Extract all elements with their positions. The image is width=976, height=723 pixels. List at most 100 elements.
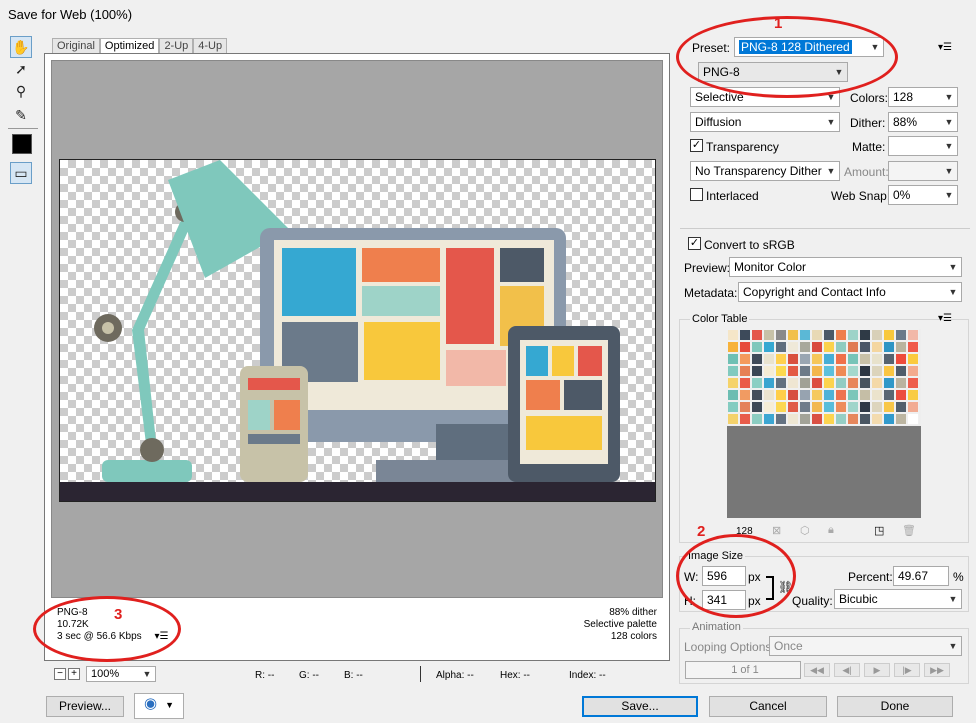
color-swatch[interactable] — [847, 413, 859, 425]
color-swatch[interactable] — [787, 377, 799, 389]
toggle-slices-icon[interactable]: ▭ — [10, 162, 32, 184]
color-swatch[interactable] — [847, 329, 859, 341]
percent-input[interactable]: 49.67 — [893, 566, 949, 586]
tab-4-up[interactable]: 4-Up — [193, 38, 228, 53]
color-swatch[interactable] — [859, 413, 871, 425]
color-swatch[interactable] — [907, 353, 919, 365]
eyedropper-color-swatch[interactable] — [12, 134, 32, 154]
done-button[interactable]: Done — [837, 696, 953, 717]
eyedropper-tool-icon[interactable]: ✎ — [10, 104, 32, 126]
color-swatch[interactable] — [871, 341, 883, 353]
color-swatch[interactable] — [895, 401, 907, 413]
transparency-dither-select[interactable]: No Transparency Dither ▼ — [690, 161, 840, 181]
color-swatch[interactable] — [763, 353, 775, 365]
color-swatch[interactable] — [751, 353, 763, 365]
color-swatch[interactable] — [835, 389, 847, 401]
color-swatch[interactable] — [883, 377, 895, 389]
new-color-icon[interactable]: ◳ — [874, 524, 884, 537]
color-swatch[interactable] — [907, 413, 919, 425]
hand-tool-icon[interactable]: ✋ — [10, 36, 32, 58]
convert-srgb-checkbox[interactable]: ✓ — [688, 237, 701, 250]
color-swatch[interactable] — [727, 365, 739, 377]
preview-button[interactable]: Preview... — [46, 696, 124, 717]
color-swatch[interactable] — [907, 341, 919, 353]
color-swatch[interactable] — [775, 413, 787, 425]
color-swatch[interactable] — [799, 329, 811, 341]
color-swatch[interactable] — [823, 413, 835, 425]
color-swatch[interactable] — [787, 365, 799, 377]
play-icon[interactable]: ▶ — [864, 663, 890, 677]
color-swatch[interactable] — [823, 389, 835, 401]
color-swatch[interactable] — [859, 353, 871, 365]
color-swatch[interactable] — [775, 341, 787, 353]
optimize-menu-icon[interactable]: ▾☰ — [938, 42, 952, 53]
lock-color-icon[interactable]: 🔒︎ — [828, 524, 834, 537]
color-swatch[interactable] — [895, 329, 907, 341]
map-transparent-icon[interactable]: ⊠ — [772, 524, 781, 537]
color-swatch[interactable] — [751, 341, 763, 353]
color-swatch[interactable] — [883, 329, 895, 341]
color-swatch[interactable] — [775, 377, 787, 389]
color-swatch[interactable] — [907, 365, 919, 377]
first-frame-icon[interactable]: ◀◀ — [804, 663, 830, 677]
color-swatch[interactable] — [775, 353, 787, 365]
color-swatch[interactable] — [907, 389, 919, 401]
zoom-out-button[interactable]: − — [54, 668, 66, 680]
color-table-swatches[interactable] — [727, 329, 921, 426]
trash-icon[interactable]: 🗑︎ — [902, 524, 916, 537]
save-button[interactable]: Save... — [582, 696, 698, 717]
color-swatch[interactable] — [811, 365, 823, 377]
color-swatch[interactable] — [727, 413, 739, 425]
color-swatch[interactable] — [835, 341, 847, 353]
dither-amount-select[interactable]: 88% ▼ — [888, 112, 958, 132]
color-swatch[interactable] — [823, 401, 835, 413]
color-swatch[interactable] — [811, 389, 823, 401]
color-swatch[interactable] — [799, 365, 811, 377]
color-swatch[interactable] — [895, 377, 907, 389]
color-swatch[interactable] — [895, 341, 907, 353]
color-swatch[interactable] — [739, 401, 751, 413]
color-swatch[interactable] — [799, 377, 811, 389]
color-swatch[interactable] — [835, 413, 847, 425]
color-swatch[interactable] — [871, 389, 883, 401]
color-swatch[interactable] — [727, 377, 739, 389]
amount-select[interactable]: ▼ — [888, 161, 958, 181]
color-swatch[interactable] — [787, 329, 799, 341]
last-frame-icon[interactable]: ▶▶ — [924, 663, 950, 677]
color-swatch[interactable] — [835, 401, 847, 413]
metadata-select[interactable]: Copyright and Contact Info ▼ — [738, 282, 962, 302]
color-swatch[interactable] — [787, 401, 799, 413]
preview-select[interactable]: Monitor Color ▼ — [729, 257, 962, 277]
browser-preview-button[interactable]: ◉ ▼ — [134, 693, 184, 719]
tab-original[interactable]: Original — [52, 38, 100, 53]
color-swatch[interactable] — [763, 329, 775, 341]
color-swatch[interactable] — [871, 365, 883, 377]
color-swatch[interactable] — [751, 377, 763, 389]
tab-2-up[interactable]: 2-Up — [159, 38, 194, 53]
color-swatch[interactable] — [859, 401, 871, 413]
color-swatch[interactable] — [751, 365, 763, 377]
color-swatch[interactable] — [727, 401, 739, 413]
color-swatch[interactable] — [883, 389, 895, 401]
color-swatch[interactable] — [835, 329, 847, 341]
color-swatch[interactable] — [811, 353, 823, 365]
slice-select-tool-icon[interactable]: ➚ — [10, 58, 32, 80]
color-swatch[interactable] — [739, 389, 751, 401]
dither-algorithm-select[interactable]: Diffusion ▼ — [690, 112, 840, 132]
color-swatch[interactable] — [871, 353, 883, 365]
color-swatch[interactable] — [763, 401, 775, 413]
color-swatch[interactable] — [811, 341, 823, 353]
color-swatch[interactable] — [847, 341, 859, 353]
color-swatch[interactable] — [871, 377, 883, 389]
tab-optimized[interactable]: Optimized — [99, 38, 160, 53]
color-swatch[interactable] — [739, 329, 751, 341]
color-swatch[interactable] — [739, 413, 751, 425]
color-swatch[interactable] — [787, 413, 799, 425]
color-swatch[interactable] — [871, 413, 883, 425]
color-swatch[interactable] — [907, 377, 919, 389]
color-swatch[interactable] — [787, 341, 799, 353]
color-swatch[interactable] — [775, 401, 787, 413]
color-swatch[interactable] — [907, 329, 919, 341]
cancel-button[interactable]: Cancel — [709, 696, 827, 717]
color-swatch[interactable] — [763, 341, 775, 353]
